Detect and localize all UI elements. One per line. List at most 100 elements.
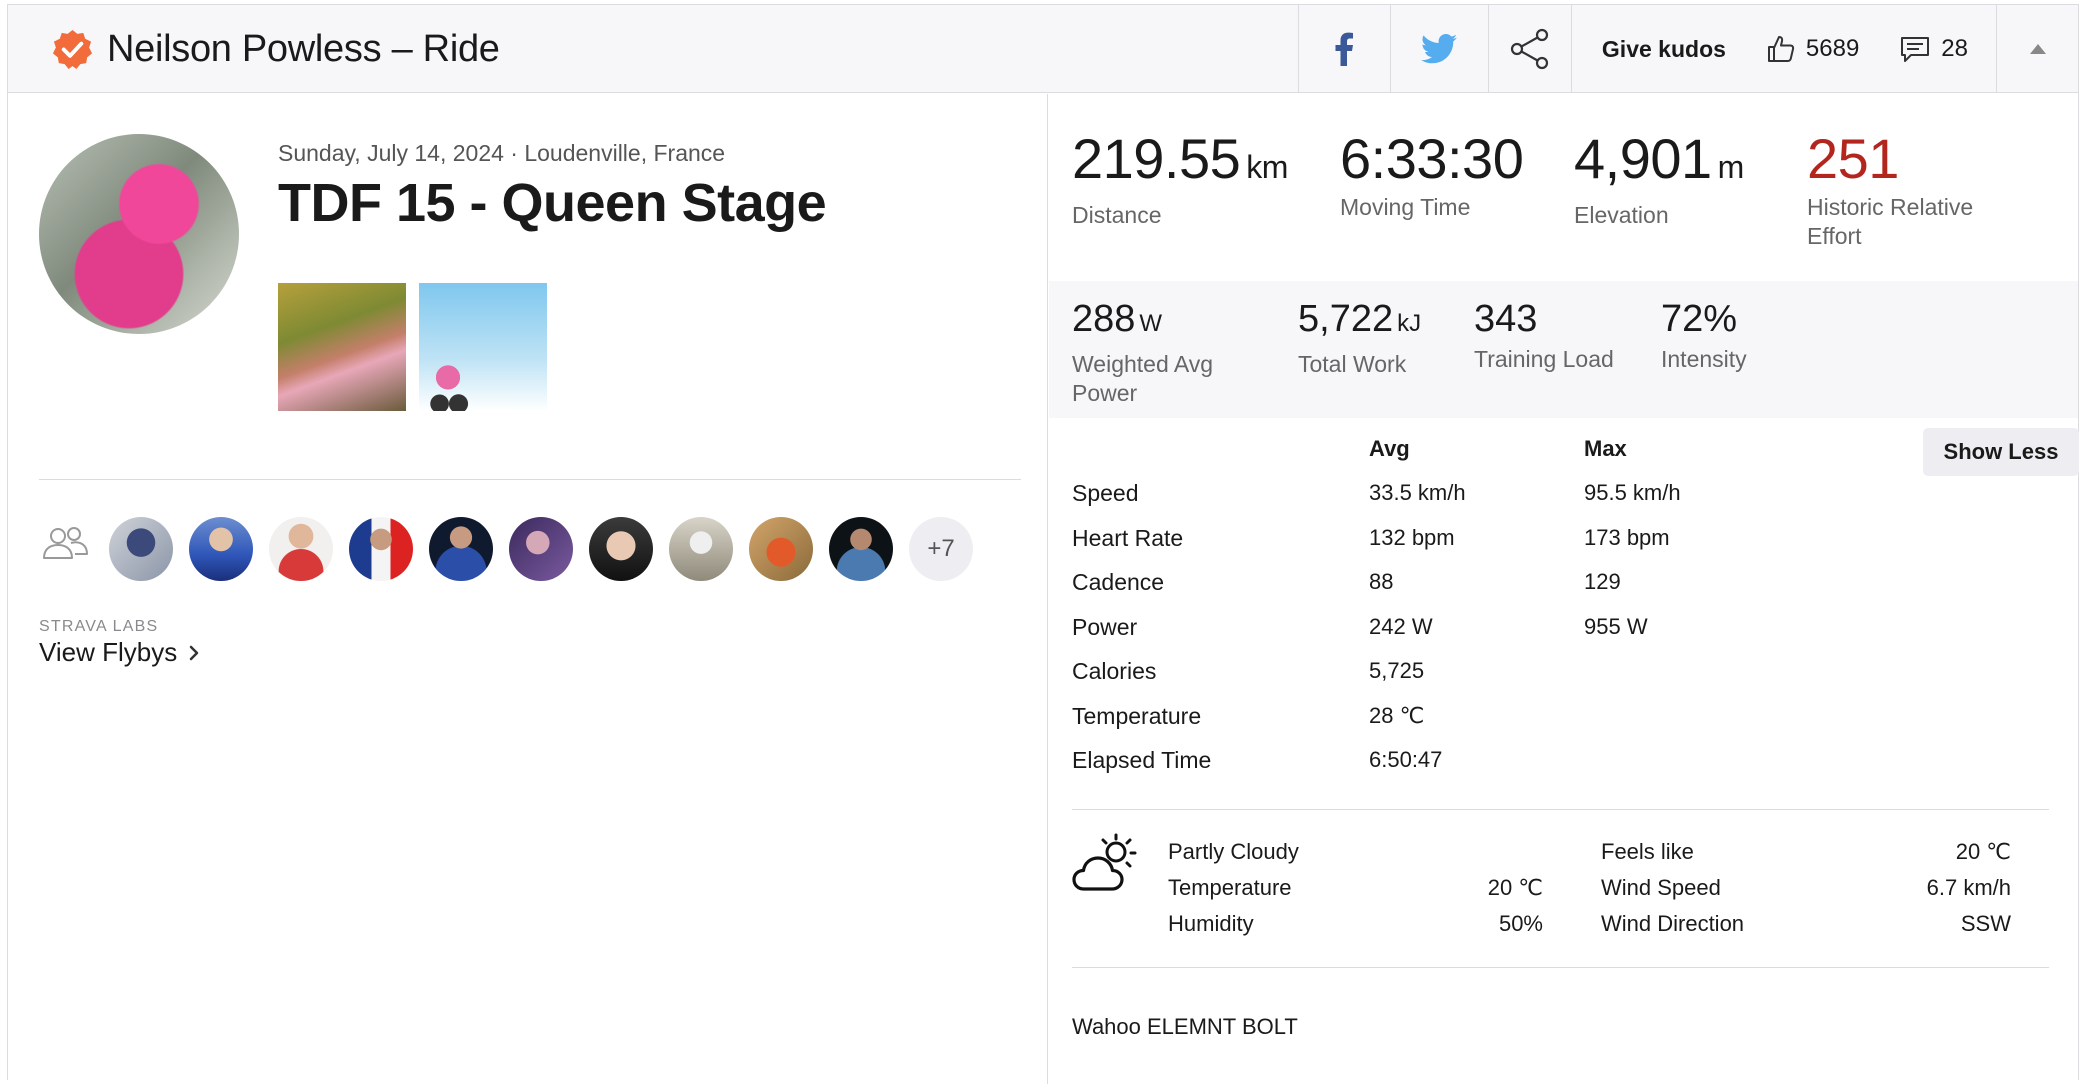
stat-label: Elevation (1574, 202, 1669, 228)
activity-header: Neilson Powless – Ride Give kudos 5689 2… (8, 5, 2078, 93)
athlete-avatar[interactable] (429, 517, 493, 581)
row-max: 955 W (1584, 614, 1648, 639)
comments-count-button[interactable]: 28 (1899, 34, 1968, 64)
row-avg: 88 (1369, 569, 1394, 594)
twitter-icon (1421, 34, 1458, 64)
caret-up-icon (2029, 44, 2046, 54)
more-athletes-button[interactable]: +7 (909, 517, 973, 581)
row-avg: 33.5 km/h (1369, 480, 1466, 505)
stat-training-load: 343 Training Load (1474, 297, 1614, 374)
strava-labs-label: STRAVA LABS (39, 618, 159, 635)
stat-elevation: 4,901 m Elevation (1574, 131, 1744, 230)
comment-count: 28 (1941, 35, 1968, 62)
group-ride-icon (43, 527, 88, 559)
row-max: 95.5 km/h (1584, 480, 1681, 505)
stat-label: Weighted Avg Power (1072, 351, 1214, 406)
stat-label: Intensity (1661, 346, 1747, 372)
athlete-avatar[interactable] (669, 517, 733, 581)
stat-label: Moving Time (1340, 194, 1471, 220)
stat-value: 251 (1807, 127, 1899, 190)
stat-distance: 219.55 km Distance (1072, 131, 1288, 230)
stat-relative-effort[interactable]: 251 Historic Relative Effort (1807, 131, 2007, 251)
activity-photo-thumbnail[interactable] (419, 283, 547, 411)
athlete-avatar[interactable] (509, 517, 573, 581)
weather-wind-speed-value: 6.7 km/h (1926, 875, 2011, 900)
table-row: Heart Rate 132 bpm 173 bpm (1072, 525, 1772, 569)
stat-label: Historic Relative Effort (1807, 194, 1974, 249)
kudos-comments-group: Give kudos 5689 28 (1570, 5, 1996, 93)
athlete-avatar[interactable] (749, 517, 813, 581)
stat-total-work: 5,722 kJ Total Work (1298, 297, 1421, 379)
activity-type: Ride (422, 28, 500, 70)
kudos-count-button[interactable]: 5689 (1766, 34, 1859, 64)
weather-temperature-label: Temperature (1168, 875, 1292, 900)
weather-wind-speed-label: Wind Speed (1601, 875, 1721, 900)
weather-humidity-value: 50% (1498, 911, 1543, 936)
divider (39, 479, 1021, 480)
table-row: Elapsed Time 6:50:47 (1072, 747, 1772, 791)
show-less-button[interactable]: Show Less (1923, 428, 2079, 476)
stat-label: Training Load (1474, 346, 1614, 372)
comment-icon (1901, 37, 1930, 62)
facebook-share-button[interactable] (1297, 5, 1390, 93)
table-row: Calories 5,725 (1072, 658, 1772, 702)
row-avg: 6:50:47 (1369, 747, 1443, 772)
group-athletes-list: +7 (109, 517, 973, 581)
stat-value: 343 (1474, 298, 1538, 340)
stat-value: 219.55 km (1072, 127, 1288, 190)
weather-humidity-label: Humidity (1168, 911, 1254, 936)
collapse-header-button[interactable] (1996, 5, 2078, 93)
athlete-avatar[interactable] (109, 517, 173, 581)
twitter-share-button[interactable] (1389, 5, 1488, 93)
stat-value: 4,901 m (1574, 127, 1744, 190)
share-button[interactable] (1487, 5, 1571, 93)
weather-wind-direction-label: Wind Direction (1601, 911, 1745, 936)
row-avg: 242 W (1369, 614, 1433, 639)
share-icon (1510, 28, 1549, 70)
row-label: Elapsed Time (1072, 747, 1212, 773)
activity-stats-panel: 219.55 km Distance 6:33:30 Moving Time 4,… (1049, 94, 2079, 1084)
weather-wind-direction-value: SSW (1960, 911, 2011, 936)
stat-label: Distance (1072, 202, 1162, 228)
divider (1072, 809, 2049, 810)
give-kudos-button[interactable]: Give kudos (1602, 36, 1726, 63)
row-label: Cadence (1072, 569, 1165, 595)
stat-moving-time: 6:33:30 Moving Time (1340, 127, 1524, 222)
weather-condition: Partly Cloudy (1168, 839, 1299, 864)
stat-value: 72% (1661, 298, 1738, 340)
row-label: Calories (1072, 658, 1157, 684)
max-column-header: Max (1584, 436, 1627, 461)
stat-weighted-avg-power: 288 W Weighted Avg Power (1072, 297, 1242, 408)
activity-title: TDF 15 - Queen Stage (278, 173, 827, 233)
stat-value: 6:33:30 (1340, 127, 1524, 190)
weather-feels-like-label: Feels like (1601, 839, 1694, 864)
divider (1072, 967, 2049, 968)
row-avg: 132 bpm (1369, 525, 1455, 550)
device-name: Wahoo ELEMNT BOLT (1072, 1014, 1298, 1039)
table-row: Cadence 88 129 (1072, 569, 1772, 613)
partly-cloudy-icon (1072, 833, 1137, 891)
header-actions: Give kudos 5689 28 (1297, 5, 2078, 93)
row-avg: 5,725 (1369, 658, 1425, 683)
table-row: Power 242 W 955 W (1072, 614, 1772, 658)
view-flybys-link[interactable]: View Flybys (39, 637, 199, 668)
thumbs-up-icon (1767, 36, 1795, 62)
athlete-name-link[interactable]: Neilson Powless (107, 28, 382, 70)
stat-value: 5,722 kJ (1298, 298, 1422, 340)
activity-date-location: Sunday, July 14, 2024 · Loudenville, Fra… (278, 140, 726, 166)
photo-rider-figure (427, 363, 469, 411)
activity-photo-thumbnail[interactable] (278, 283, 406, 411)
row-max: 173 bpm (1584, 525, 1670, 550)
stat-intensity: 72% Intensity (1661, 297, 1747, 374)
athlete-avatar[interactable] (829, 517, 893, 581)
athlete-avatar[interactable] (39, 134, 239, 334)
athlete-avatar[interactable] (589, 517, 653, 581)
primary-stats: 219.55 km Distance 6:33:30 Moving Time 4,… (1049, 94, 2078, 280)
verified-badge-icon (52, 29, 93, 70)
row-label: Temperature (1072, 703, 1202, 729)
athlete-avatar[interactable] (269, 517, 333, 581)
facebook-icon (1335, 32, 1354, 66)
athlete-avatar[interactable] (349, 517, 413, 581)
athlete-avatar[interactable] (189, 517, 253, 581)
row-avg: 28 ℃ (1369, 703, 1425, 728)
